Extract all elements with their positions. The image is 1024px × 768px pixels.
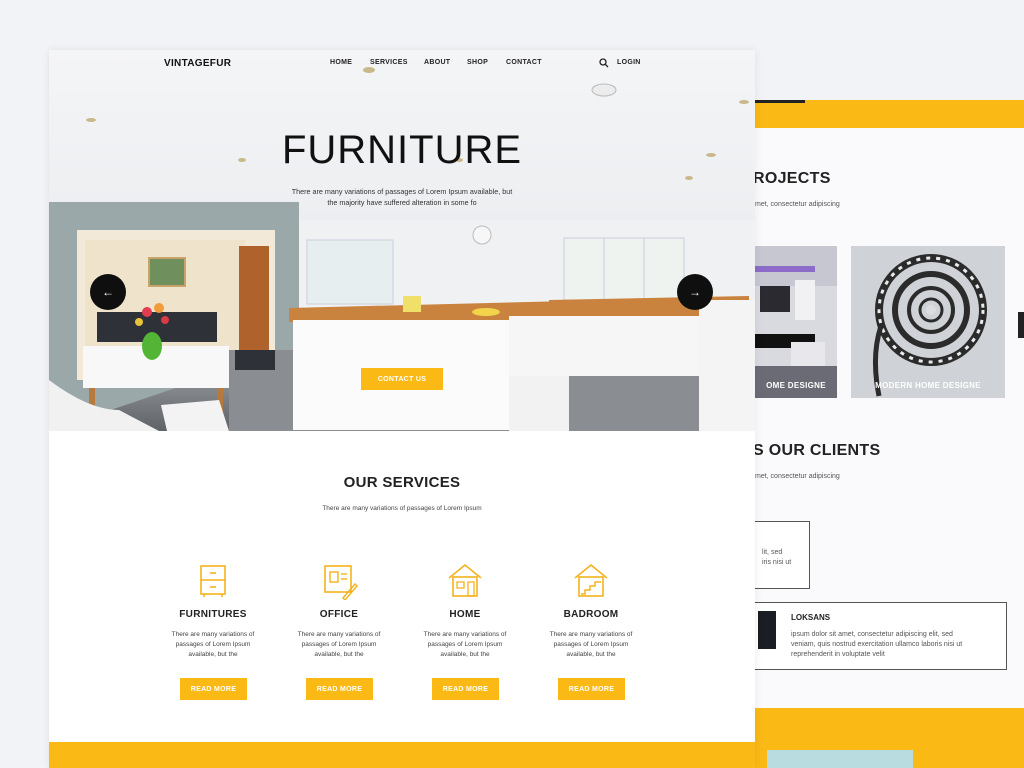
service-card: BADROOM There are many variations of pas… (526, 560, 656, 660)
map-image (767, 750, 913, 768)
projects-title: ROJECTS (755, 170, 831, 187)
service-title: FURNITURES (179, 609, 247, 620)
nav-shop[interactable]: SHOP (467, 59, 488, 66)
projects-subtitle: met, consectetur adipiscing (755, 201, 840, 208)
service-description-line: There are many variations of (549, 631, 633, 638)
hero-title: FURNITURE (281, 128, 523, 172)
login-link[interactable]: LOGIN (617, 59, 641, 66)
contact-us-button[interactable]: CONTACT US (361, 368, 443, 390)
service-description-line: available, but the (566, 651, 616, 658)
arrow-right-icon: → (689, 285, 701, 299)
carousel-next-button[interactable]: → (677, 274, 713, 310)
project-image (851, 246, 1005, 398)
testimonial-text: reprehenderit in voluptate velit (791, 651, 885, 658)
service-description-line: passages of Lorem Ipsum (427, 641, 503, 648)
services-title: OUR SERVICES (343, 474, 461, 491)
service-description-line: available, but the (314, 651, 364, 658)
service-card: HOME There are many variations of passag… (400, 560, 530, 660)
secondary-page-preview: ROJECTS met, consectetur adipiscing OME … (755, 100, 1024, 768)
office-icon (324, 565, 358, 600)
yellow-banner (755, 100, 1024, 128)
services-subtitle: There are many variations of passages of… (322, 505, 482, 512)
stairs-icon (574, 563, 608, 597)
service-title: OFFICE (319, 609, 359, 620)
search-icon[interactable] (599, 58, 609, 68)
service-description-line: There are many variations of (423, 631, 507, 638)
project-tile[interactable]: OME DESIGNE (755, 246, 837, 398)
service-title: BADROOM (563, 609, 619, 620)
testimonial-text: lit, sed (762, 549, 783, 556)
service-description-line: passages of Lorem Ipsum (553, 641, 629, 648)
read-more-button[interactable]: READ MORE (432, 678, 499, 700)
testimonial-card: LOKSANS ipsum dolor sit amet, consectetu… (755, 602, 1007, 670)
service-title: HOME (449, 609, 481, 620)
service-description-line: There are many variations of (171, 631, 255, 638)
hero-subtitle-line: the majority have suffered alteration in… (327, 198, 477, 207)
nav-home[interactable]: HOME (330, 59, 352, 66)
clients-subtitle: met, consectetur adipiscing (755, 473, 840, 480)
divider (755, 100, 805, 103)
service-description-line: There are many variations of (297, 631, 381, 638)
service-description: There are many variations of passages of… (148, 630, 278, 660)
project-image (755, 246, 837, 398)
service-description-line: passages of Lorem Ipsum (175, 641, 251, 648)
hero-banner: VINTAGEFUR HOME SERVICES ABOUT SHOP CONT… (49, 50, 755, 431)
service-description-line: available, but the (188, 651, 238, 658)
hero-subtitle-line: There are many variations of passages of… (291, 187, 513, 196)
avatar (758, 611, 776, 649)
house-icon (448, 563, 482, 597)
arrow-left-icon: ← (102, 285, 114, 299)
project-tile[interactable]: MODERN HOME DESIGNE (851, 246, 1005, 398)
service-card: FURNITURES There are many variations of … (148, 560, 278, 660)
read-more-button[interactable]: READ MORE (180, 678, 247, 700)
service-description: There are many variations of passages of… (274, 630, 404, 660)
testimonial-card: lit, sed iris nisi ut (755, 521, 810, 589)
read-more-button[interactable]: READ MORE (306, 678, 373, 700)
service-description: There are many variations of passages of… (526, 630, 656, 660)
carousel-prev-button[interactable]: ← (90, 274, 126, 310)
nav-services[interactable]: SERVICES (370, 59, 408, 66)
testimonial-text: iris nisi ut (762, 559, 792, 566)
testimonial-text: veniam, quis nostrud exercitation ullamc… (791, 641, 963, 648)
side-tab (1018, 312, 1024, 338)
service-description: There are many variations of passages of… (400, 630, 530, 660)
service-card: OFFICE There are many variations of pass… (274, 560, 404, 660)
testimonial-text: ipsum dolor sit amet, consectetur adipis… (791, 631, 953, 638)
read-more-button[interactable]: READ MORE (558, 678, 625, 700)
nav-about[interactable]: ABOUT (424, 59, 450, 66)
tile-caption: MODERN HOME DESIGNE (875, 381, 981, 390)
nav-contact[interactable]: CONTACT (506, 59, 542, 66)
tile-caption: OME DESIGNE (766, 381, 826, 390)
brand-logo[interactable]: VINTAGEFUR (164, 58, 231, 69)
service-description-line: available, but the (440, 651, 490, 658)
cabinet-icon (200, 565, 226, 597)
clients-title: S OUR CLIENTS (755, 442, 881, 459)
service-description-line: passages of Lorem Ipsum (301, 641, 377, 648)
homepage-mockup: VINTAGEFUR HOME SERVICES ABOUT SHOP CONT… (49, 50, 755, 768)
hero-subtitle: There are many variations of passages of… (274, 186, 530, 208)
yellow-footer-band (49, 742, 755, 768)
client-name: LOKSANS (791, 613, 831, 622)
